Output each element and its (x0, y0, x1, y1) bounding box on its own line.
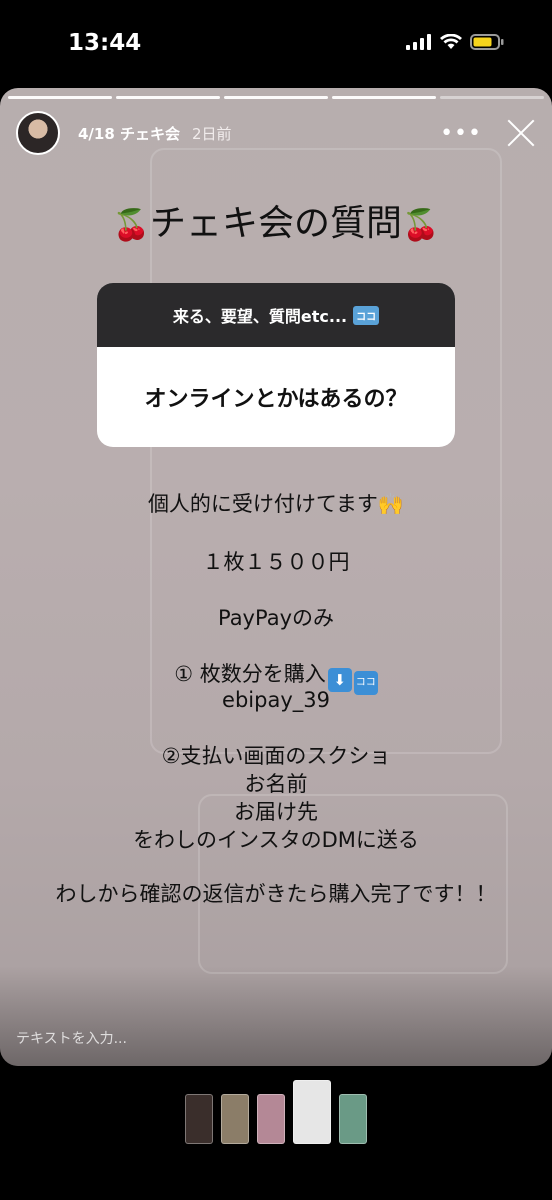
story-thumbnail[interactable] (339, 1094, 367, 1144)
line-paypay-id: ebipay_39 (222, 688, 330, 712)
status-time: 13:44 (68, 30, 142, 56)
cellular-signal-icon (406, 34, 431, 50)
bottom-fade (0, 966, 552, 1066)
line-name: お名前 (244, 772, 308, 796)
cherry-icon: 🍒 (112, 208, 150, 243)
line-paypay: PayPayのみ (217, 606, 335, 630)
progress-segment (332, 96, 436, 99)
line-address: お届け先 (234, 800, 318, 824)
progress-segment (440, 96, 544, 99)
question-sticker[interactable]: 来る、要望、質問etc... ココ オンラインとかはあるの？ (97, 283, 455, 447)
wifi-icon (440, 34, 462, 49)
progress-segment (116, 96, 220, 99)
close-icon[interactable] (506, 118, 536, 148)
reply-input[interactable]: テキストを入力... (16, 1028, 127, 1048)
battery-icon (470, 34, 504, 50)
story-thumbnail[interactable] (185, 1094, 213, 1144)
story-thumbnail[interactable] (293, 1080, 331, 1144)
question-prompt-text: 来る、要望、質問etc... (172, 307, 348, 326)
question-sticker-prompt: 来る、要望、質問etc... ココ (97, 283, 455, 347)
story-progress-bar (8, 96, 544, 99)
step1-text: ① 枚数分を購入 (174, 662, 326, 686)
line-step2: ②支払い画面のスクショ (161, 744, 391, 768)
line-complete: わしから確認の返信がきたら購入完了です！！ (55, 882, 497, 906)
headline-text: チェキ会の質問 (149, 203, 402, 244)
story-viewer[interactable]: 4/18 チェキ会 2日前 ••• 🍒チェキ会の質問🍒 来る、要望、質問etc.… (0, 88, 552, 1066)
story-title[interactable]: 4/18 チェキ会 (78, 123, 180, 144)
story-thumbnail[interactable] (257, 1094, 285, 1144)
status-bar: 13:44 (0, 0, 552, 88)
story-headline: 🍒チェキ会の質問🍒 (0, 194, 552, 246)
progress-segment (8, 96, 112, 99)
line-accepting-text: 個人的に受け付けてます (147, 492, 378, 516)
question-text: オンラインとかはあるの？ (144, 387, 408, 412)
koko-badge: ココ (353, 305, 380, 325)
story-time-ago: 2日前 (192, 124, 232, 143)
progress-segment (224, 96, 328, 99)
line-send-dm: をわしのインスタのDMに送る (133, 828, 419, 852)
story-header: 4/18 チェキ会 2日前 ••• (16, 110, 536, 156)
line-price: １枚１５００円 (202, 550, 350, 574)
story-thumbnails (0, 1080, 552, 1144)
status-icons (406, 34, 504, 50)
cherry-icon: 🍒 (402, 208, 440, 243)
story-thumbnail[interactable] (221, 1094, 249, 1144)
raising-hands-icon: 🙌 (377, 492, 405, 516)
line-accepting: 個人的に受け付けてます🙌 (0, 488, 552, 518)
avatar[interactable] (16, 111, 60, 155)
more-options-icon[interactable]: ••• (440, 121, 482, 146)
